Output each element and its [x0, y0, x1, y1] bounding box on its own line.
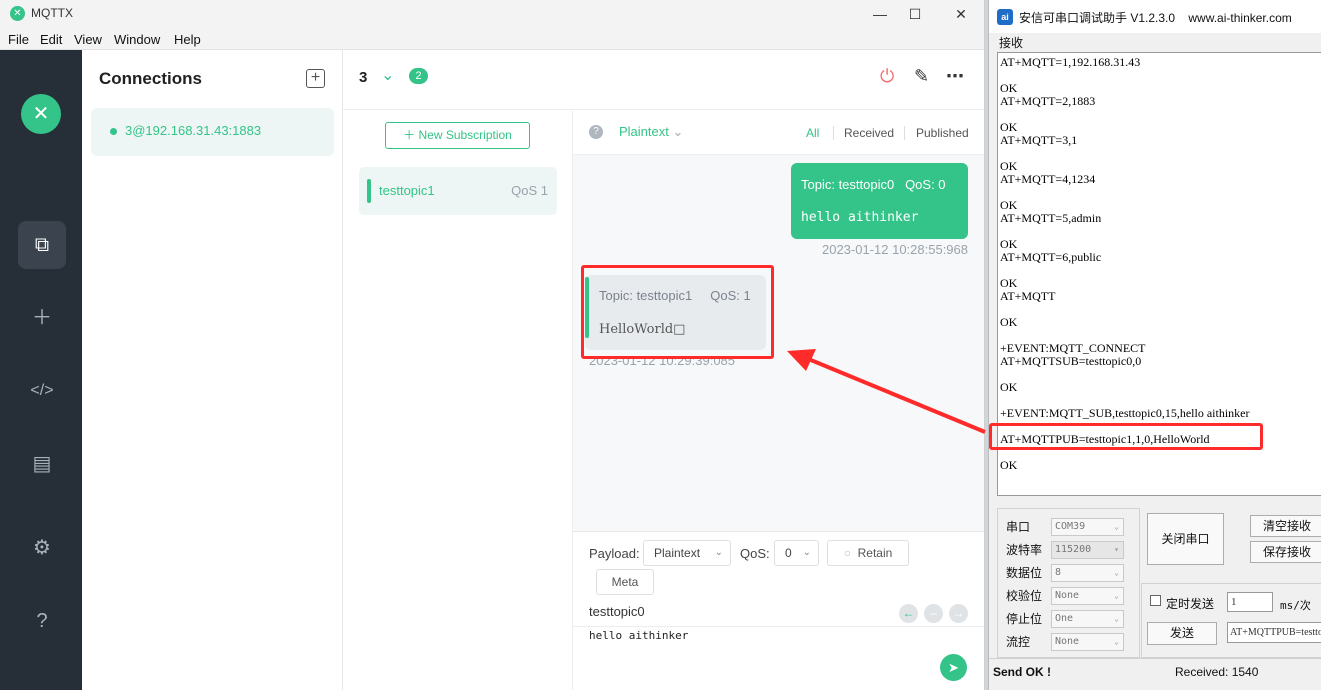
arrow-line	[805, 356, 986, 434]
annotation-arrow-icon	[787, 349, 986, 434]
